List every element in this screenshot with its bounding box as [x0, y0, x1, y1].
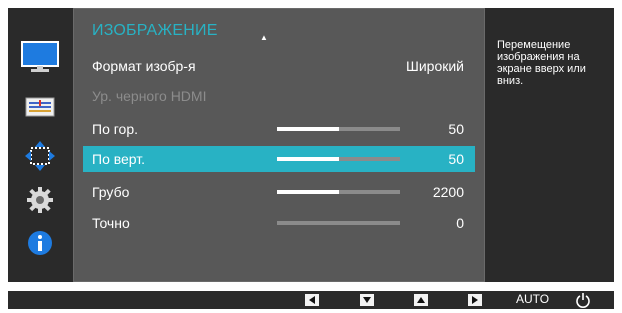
h-position-slider[interactable] — [277, 127, 400, 131]
fine-slider[interactable] — [277, 221, 400, 225]
menu-title: ИЗОБРАЖЕНИЕ — [92, 22, 218, 39]
slider-fill — [277, 127, 339, 131]
slider-fill — [277, 190, 339, 194]
scroll-up-indicator: ▲ — [260, 33, 268, 42]
gear-icon[interactable] — [8, 185, 72, 215]
menu-row-fine[interactable]: Точно 0 — [83, 210, 475, 236]
bottom-button-bar: AUTO — [8, 291, 614, 309]
slider-fill — [277, 157, 339, 161]
row-label: Формат изобр-я — [92, 58, 196, 74]
power-icon[interactable] — [575, 292, 591, 308]
position-arrows-icon[interactable] — [8, 139, 72, 173]
menu-row-v-position[interactable]: По верт. 50 — [83, 146, 475, 172]
row-value: 0 — [456, 215, 464, 231]
row-label: Грубо — [92, 184, 130, 200]
row-label: Точно — [92, 215, 130, 231]
monitor-icon[interactable] — [8, 39, 72, 75]
menu-row-aspect-ratio[interactable]: Формат изобр-я Широкий — [83, 53, 475, 79]
info-icon[interactable] — [8, 228, 72, 258]
menu-row-hdmi-black-level: Ур. черного HDMI — [83, 83, 475, 109]
menu-row-coarse[interactable]: Грубо 2200 — [83, 179, 475, 205]
row-value: Широкий — [406, 58, 464, 74]
picture-menu-panel: ИЗОБРАЖЕНИЕ ▲ Формат изобр-я Широкий Ур.… — [73, 8, 485, 282]
coarse-slider[interactable] — [277, 190, 400, 194]
row-value: 2200 — [432, 184, 464, 200]
row-label: По верт. — [92, 151, 146, 167]
help-text: Перемещение изображения на экране вверх … — [497, 39, 586, 87]
color-adjust-icon[interactable] — [8, 96, 72, 118]
right-arrow-icon[interactable] — [468, 294, 482, 306]
menu-row-h-position[interactable]: По гор. 50 — [83, 116, 475, 142]
left-arrow-icon[interactable] — [305, 294, 319, 306]
up-arrow-icon[interactable] — [414, 294, 428, 306]
v-position-slider[interactable] — [277, 157, 400, 161]
auto-button[interactable]: AUTO — [516, 292, 549, 306]
row-label: По гор. — [92, 121, 138, 137]
down-arrow-icon[interactable] — [360, 294, 374, 306]
row-label: Ур. черного HDMI — [92, 88, 207, 104]
help-panel: Перемещение изображения на экране вверх … — [486, 8, 614, 282]
row-value: 50 — [448, 151, 464, 167]
left-menu-rail — [8, 8, 72, 282]
row-value: 50 — [448, 121, 464, 137]
